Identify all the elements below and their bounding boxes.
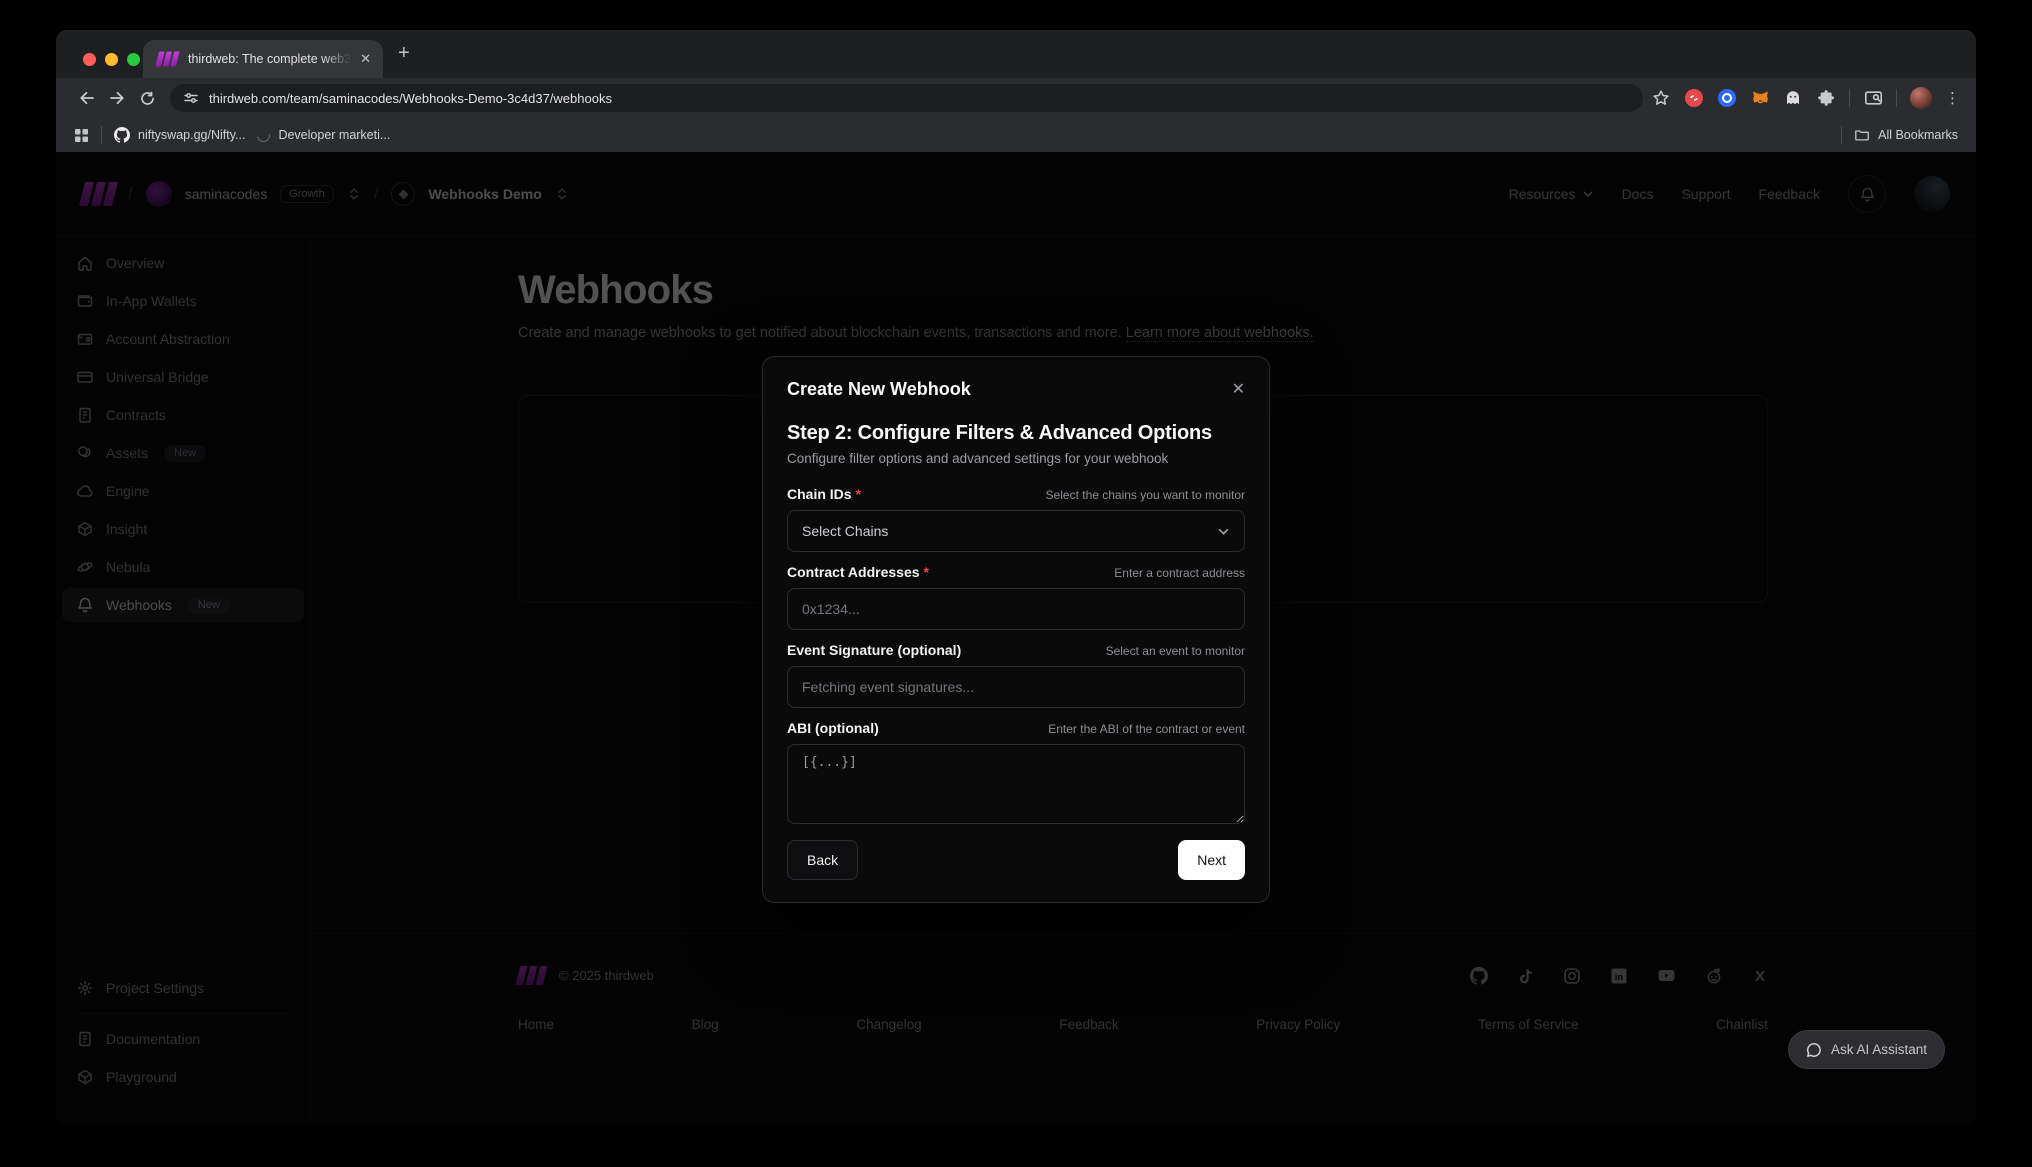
ask-ai-label: Ask AI Assistant [1831,1042,1927,1057]
browser-tab[interactable]: thirdweb: The complete web3 ✕ [143,40,383,78]
ask-ai-button[interactable]: Ask AI Assistant [1788,1030,1945,1069]
bookmarks-bar: niftyswap.gg/Nifty... Developer marketi.… [56,118,1976,152]
toolbar-actions: ⋮ [1651,87,1960,109]
dialog-close-button[interactable]: ✕ [1232,379,1245,399]
contract-addresses-input[interactable] [787,588,1245,630]
url-bar[interactable]: thirdweb.com/team/saminacodes/Webhooks-D… [170,84,1643,112]
abi-label: ABI (optional) [787,720,879,736]
dialog-title: Create New Webhook [787,379,1245,400]
close-window-button[interactable] [83,53,96,66]
chevron-down-icon [1217,525,1230,538]
thirdweb-dashboard-page: / saminacodes Growth / Webhooks Demo Res… [56,152,1976,1124]
browser-toolbar: thirdweb.com/team/saminacodes/Webhooks-D… [56,78,1976,118]
zoom-window-button[interactable] [127,53,140,66]
new-tab-button[interactable]: + [398,42,410,65]
tab-favicon-thirdweb [155,52,179,67]
window-controls [83,53,140,66]
contract-addresses-label: Contract Addresses* [787,564,929,580]
extension-icon-blue-wallet[interactable] [1717,88,1737,108]
back-button[interactable] [72,83,102,113]
site-controls-icon[interactable] [183,90,199,106]
apps-grid-icon[interactable] [74,128,89,143]
screen-search-icon[interactable] [1863,88,1883,108]
url-text[interactable]: thirdweb.com/team/saminacodes/Webhooks-D… [209,91,612,106]
folder-icon [1854,127,1870,143]
field-label-text: Chain IDs [787,486,852,502]
bookmarks-separator [101,126,102,144]
minimize-window-button[interactable] [105,53,118,66]
next-button[interactable]: Next [1178,840,1245,880]
tab-title: thirdweb: The complete web3 [188,52,352,66]
abi-textarea[interactable] [787,744,1245,824]
chain-ids-helper: Select the chains you want to monitor [1046,488,1245,502]
select-chains-value: Select Chains [802,523,888,539]
create-webhook-dialog: Create New Webhook ✕ Step 2: Configure F… [762,356,1270,903]
extensions-puzzle-icon[interactable] [1816,88,1836,108]
event-signature-label: Event Signature (optional) [787,642,961,658]
bookmark-star-icon[interactable] [1651,88,1671,108]
event-signature-helper: Select an event to monitor [1106,644,1245,658]
chrome-profile-avatar[interactable] [1910,87,1932,109]
bookmark-label: Developer marketi... [278,128,390,142]
bookmarks-separator [1841,126,1842,144]
all-bookmarks-label: All Bookmarks [1878,128,1958,142]
chat-bubble-icon [1806,1042,1822,1058]
browser-menu-icon[interactable]: ⋮ [1945,89,1960,107]
bookmark-favicon [255,126,273,144]
back-button[interactable]: Back [787,840,858,880]
phantom-ghost-icon[interactable] [1783,88,1803,108]
browser-window: thirdweb: The complete web3 ✕ + thirdweb… [56,30,1976,1124]
contract-addresses-helper: Enter a contract address [1114,566,1245,580]
required-marker: * [924,564,929,580]
tab-close-icon[interactable]: ✕ [360,51,371,67]
toolbar-separator [1849,89,1850,107]
required-marker: * [856,486,861,502]
metamask-icon[interactable] [1750,88,1770,108]
select-chains-dropdown[interactable]: Select Chains [787,510,1245,552]
github-favicon [114,127,130,143]
screen: thirdweb: The complete web3 ✕ + thirdweb… [0,0,2032,1167]
step-title: Step 2: Configure Filters & Advanced Opt… [787,422,1245,445]
bookmark-item-niftyswap[interactable]: niftyswap.gg/Nifty... [114,127,245,143]
forward-button[interactable] [102,83,132,113]
step-subtitle: Configure filter options and advanced se… [787,451,1245,466]
bookmark-label: niftyswap.gg/Nifty... [138,128,245,142]
toolbar-separator [1896,89,1897,107]
tab-strip: thirdweb: The complete web3 ✕ + [56,30,1976,78]
abi-helper: Enter the ABI of the contract or event [1048,722,1245,736]
field-label-text: Contract Addresses [787,564,920,580]
event-signature-input[interactable] [787,666,1245,708]
chain-ids-label: Chain IDs* [787,486,861,502]
reload-button[interactable] [132,83,162,113]
all-bookmarks-button[interactable]: All Bookmarks [1854,127,1958,143]
bookmark-item-developer[interactable]: Developer marketi... [257,128,390,142]
extension-icon-red-wallet[interactable] [1684,88,1704,108]
